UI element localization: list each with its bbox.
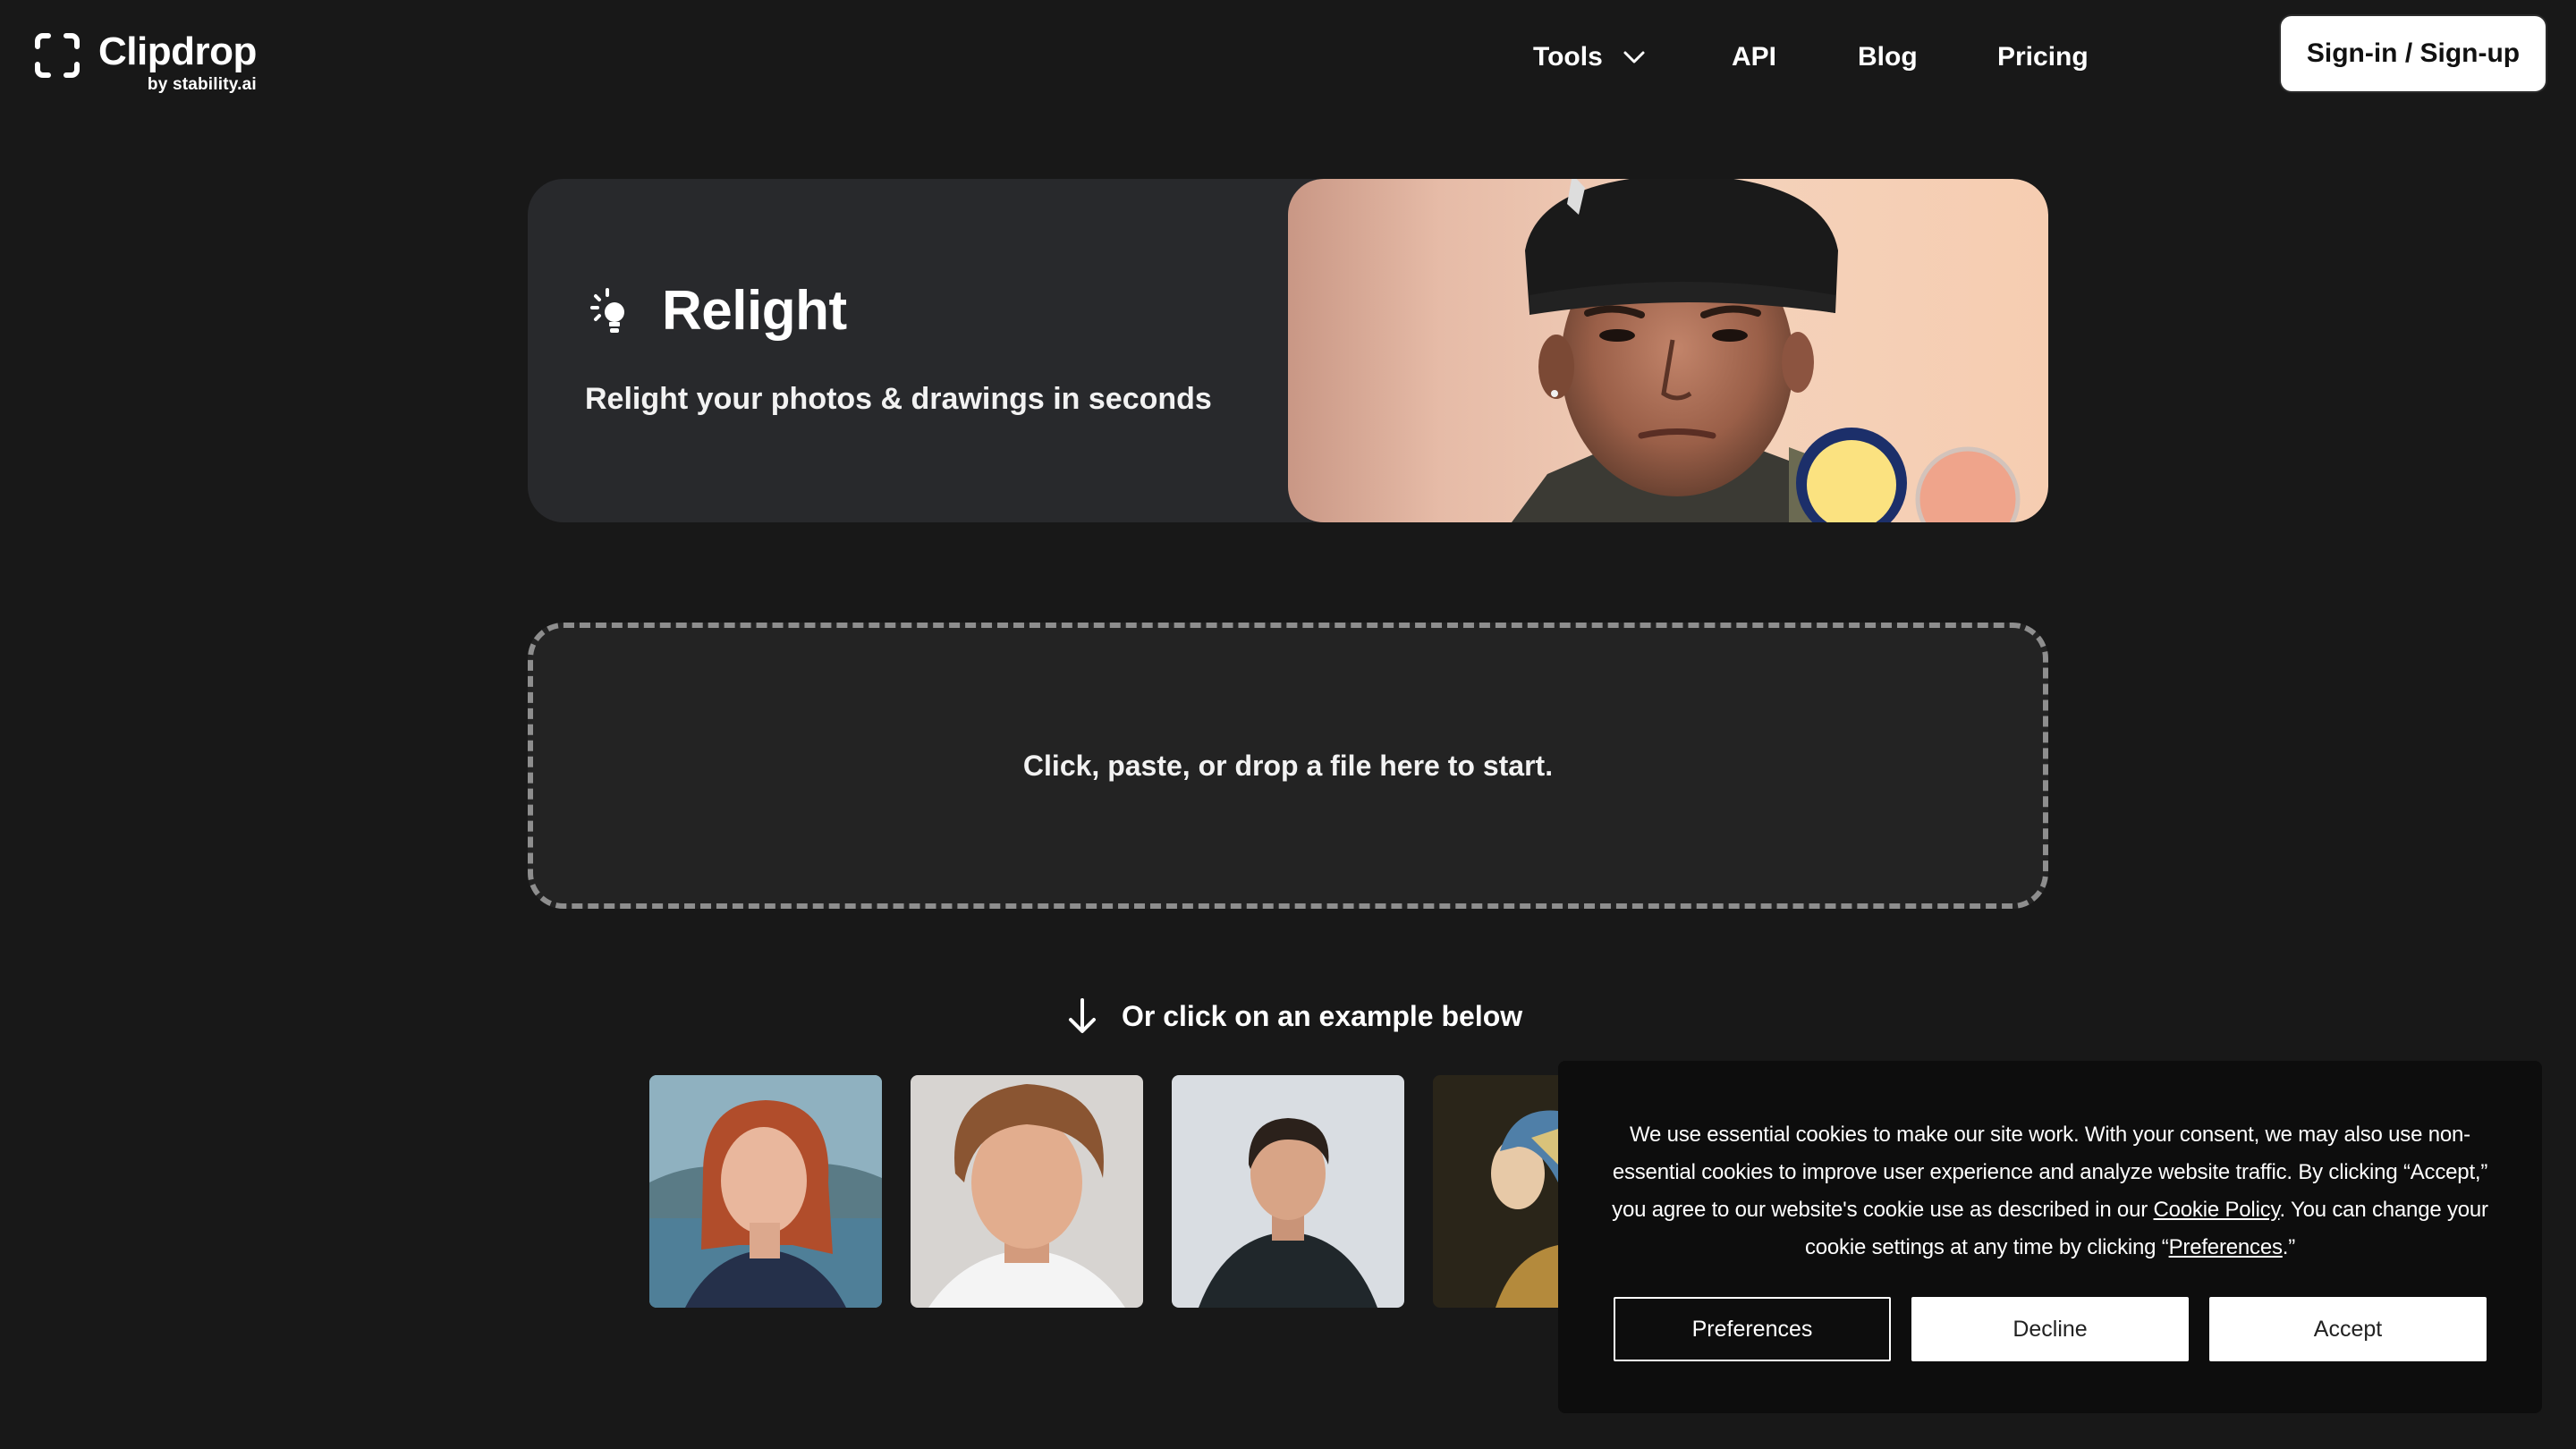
example-curly-haired-man-image <box>911 1075 1143 1308</box>
example-man-dark-shirt-image <box>1172 1075 1404 1308</box>
chevron-down-icon <box>1623 51 1645 64</box>
example-pearl-earring-painting-image <box>1433 1075 1558 1308</box>
nav-pricing[interactable]: Pricing <box>1997 38 2089 77</box>
hero-subtitle: Relight your photos & drawings in second… <box>585 382 1212 416</box>
cookie-text: We use essential cookies to make our sit… <box>1594 1116 2506 1267</box>
example-thumb-4[interactable] <box>1433 1075 1558 1308</box>
nav-blog[interactable]: Blog <box>1858 38 1918 77</box>
dropzone-text: Click, paste, or drop a file here to sta… <box>1022 749 1554 782</box>
clipdrop-logo-icon <box>35 33 80 78</box>
lightbulb-icon <box>590 287 624 333</box>
brand-name: Clipdrop <box>98 30 257 73</box>
signin-button[interactable]: Sign-in / Sign-up <box>2281 16 2546 91</box>
example-red-haired-woman-image <box>649 1075 882 1308</box>
hero-portrait-illustration <box>1512 179 2021 522</box>
cookie-accept-button[interactable]: Accept <box>2209 1297 2487 1361</box>
preferences-link[interactable]: Preferences <box>2169 1235 2283 1259</box>
example-thumb-3[interactable] <box>1172 1075 1404 1308</box>
example-thumb-1[interactable] <box>649 1075 882 1308</box>
hero-card: Relight Relight your photos & drawings i… <box>528 179 2048 522</box>
example-thumb-2[interactable] <box>911 1075 1143 1308</box>
examples-hint: Or click on an example below <box>1064 995 1522 1038</box>
hero-image-portrait <box>1288 179 2048 522</box>
nav-api[interactable]: API <box>1732 38 1776 77</box>
nav-tools-label: Tools <box>1533 42 1603 72</box>
file-dropzone[interactable]: Click, paste, or drop a file here to sta… <box>528 623 2048 909</box>
cookie-preferences-button[interactable]: Preferences <box>1614 1297 1891 1361</box>
brand-logo[interactable]: Clipdrop by stability.ai <box>34 30 257 95</box>
brand-byline: by stability.ai <box>147 75 257 94</box>
cookie-text-part-3: .” <box>2282 1235 2296 1259</box>
hero-title: Relight <box>662 280 847 342</box>
cookie-policy-link[interactable]: Cookie Policy <box>2154 1198 2280 1222</box>
hero-text: Relight Relight your photos & drawings i… <box>585 279 1212 417</box>
cookie-banner: We use essential cookies to make our sit… <box>1558 1061 2542 1413</box>
examples-hint-text: Or click on an example below <box>1122 999 1523 1032</box>
cookie-decline-button[interactable]: Decline <box>1911 1297 2189 1361</box>
arrow-down-icon <box>1069 998 1096 1033</box>
nav-tools[interactable]: Tools <box>1533 38 1646 77</box>
